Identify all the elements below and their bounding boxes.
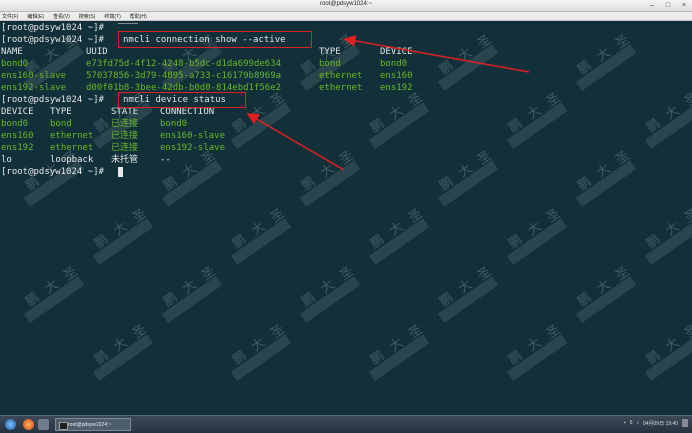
notification-icon[interactable] <box>682 419 688 427</box>
minimize-icon[interactable]: – <box>648 1 656 10</box>
window-titlebar[interactable]: root@pdsyw1024:~ – □ × <box>0 0 692 12</box>
browser-icon[interactable] <box>23 419 34 430</box>
tray-number: 6 <box>629 420 633 426</box>
arrow-annotation <box>343 34 530 73</box>
annotation-arrows <box>246 34 530 171</box>
clock[interactable]: 04月09日 19:40 <box>643 420 678 427</box>
terminal-icon <box>59 422 68 430</box>
volume-icon[interactable]: ♪ <box>636 420 639 426</box>
terminal-area[interactable]: 鹏大圣鹏大圣鹏大圣鹏大圣鹏大圣鹏大圣鹏大圣鹏大圣鹏大圣鹏大圣鹏大圣鹏大圣鹏大圣鹏… <box>0 22 692 415</box>
network-icon[interactable]: ▪ <box>624 420 626 426</box>
menu-file[interactable]: 文件(F) <box>2 13 18 20</box>
task-label: root@pdsyw1024:~ <box>68 422 112 428</box>
files-icon[interactable] <box>38 419 49 430</box>
close-icon[interactable]: × <box>680 1 688 10</box>
maximize-icon[interactable]: □ <box>664 1 672 10</box>
system-tray: ▪ 6 ♪ 04月09日 19:40 <box>624 419 688 427</box>
taskbar-terminal-task[interactable]: root@pdsyw1024:~ <box>55 418 131 431</box>
arrow-annotation <box>246 113 345 171</box>
window-title: root@pdsyw1024:~ <box>320 1 372 7</box>
menu-help[interactable]: 帮助(H) <box>130 13 147 20</box>
menu-search[interactable]: 搜索(S) <box>79 13 96 20</box>
menu-view[interactable]: 查看(V) <box>53 13 70 20</box>
taskbar: root@pdsyw1024:~ ▪ 6 ♪ 04月09日 19:40 <box>0 415 692 433</box>
start-menu-icon[interactable] <box>5 419 16 430</box>
menu-bar: 文件(F) 编辑(E) 查看(V) 搜索(S) 终端(T) 帮助(H) <box>0 12 692 21</box>
menu-terminal[interactable]: 终端(T) <box>104 13 120 20</box>
menu-edit[interactable]: 编辑(E) <box>27 13 44 20</box>
